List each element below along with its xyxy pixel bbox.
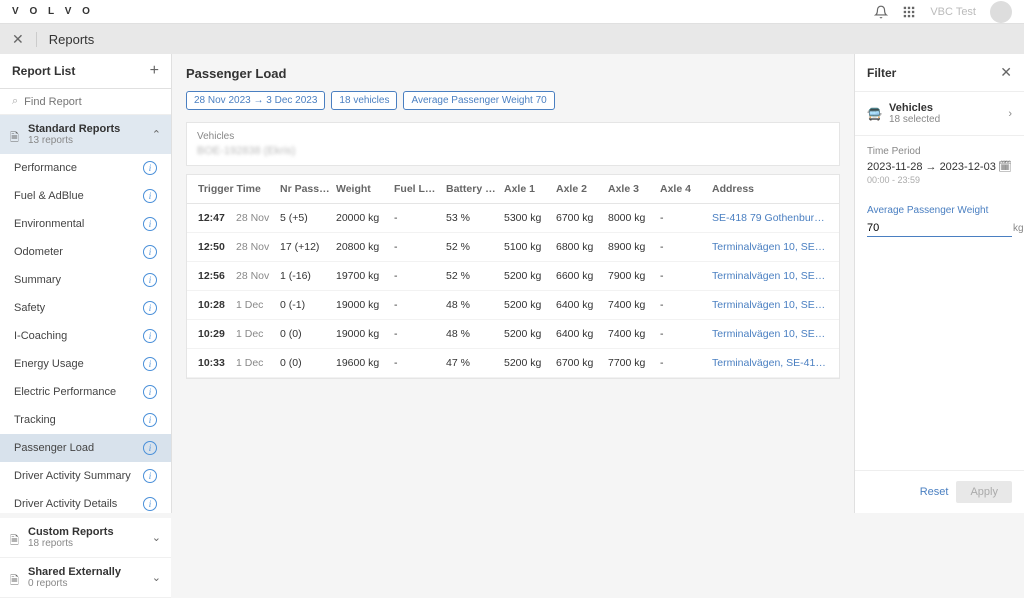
brand-logo: V O L V O bbox=[12, 6, 94, 17]
address-link[interactable]: Terminalvägen 10, SE-418 79 bbox=[709, 241, 831, 253]
info-icon[interactable]: i bbox=[143, 357, 157, 371]
filter-vehicles-row[interactable]: 🚍 Vehicles 18 selected › bbox=[855, 91, 1024, 136]
column-header[interactable]: Fuel Level bbox=[391, 183, 443, 195]
report-icon: 🗎 bbox=[10, 572, 22, 584]
filter-chip[interactable]: 28 Nov 2023 → 3 Dec 2023 bbox=[186, 91, 325, 110]
column-header[interactable]: Trigger Time bbox=[195, 183, 277, 195]
address-link[interactable]: Terminalvägen 10, SE-418 79 bbox=[709, 299, 831, 311]
bell-icon[interactable] bbox=[874, 5, 888, 19]
address-link[interactable]: Terminalvägen, SE-418 79 G bbox=[709, 357, 831, 369]
vehicles-box[interactable]: Vehicles BOE-192838 (Ekris) bbox=[186, 122, 840, 166]
column-header[interactable]: Axle 4 bbox=[657, 183, 709, 195]
column-header[interactable]: Weight bbox=[333, 183, 391, 195]
column-header[interactable]: Axle 2 bbox=[553, 183, 605, 195]
filter-avg-passenger-weight: Average Passenger Weight kg bbox=[855, 195, 1024, 247]
column-header[interactable]: Axle 3 bbox=[605, 183, 657, 195]
section-shared-externally[interactable]: 🗎 Shared Externally 0 reports ⌄ bbox=[0, 558, 171, 598]
sidebar-item[interactable]: Electric Performancei bbox=[0, 378, 171, 406]
filter-panel: Filter ✕ 🚍 Vehicles 18 selected › Time P… bbox=[854, 54, 1024, 513]
address-link[interactable]: SE-418 79 Gothenburg, Swe bbox=[709, 212, 831, 224]
info-icon[interactable]: i bbox=[143, 385, 157, 399]
report-icon: 🗎 bbox=[10, 532, 22, 544]
close-icon[interactable]: ✕ bbox=[12, 31, 24, 48]
filter-title: Filter bbox=[867, 66, 896, 80]
info-icon[interactable]: i bbox=[143, 217, 157, 231]
info-icon[interactable]: i bbox=[143, 469, 157, 483]
section-custom-reports[interactable]: 🗎 Custom Reports 18 reports ⌄ bbox=[0, 518, 171, 558]
sidebar-item[interactable]: Fuel & AdBluei bbox=[0, 182, 171, 210]
table-row[interactable]: 10:291 Dec0 (0)19000 kg-48 %5200 kg6400 … bbox=[187, 320, 839, 349]
top-bar: V O L V O VBC Test bbox=[0, 0, 1024, 24]
table-row[interactable]: 12:5028 Nov17 (+12)20800 kg-52 %5100 kg6… bbox=[187, 233, 839, 262]
truck-icon: 🚍 bbox=[867, 107, 881, 121]
table-row[interactable]: 10:331 Dec0 (0)19600 kg-47 %5200 kg6700 … bbox=[187, 349, 839, 378]
reset-button[interactable]: Reset bbox=[920, 481, 949, 503]
table-row[interactable]: 12:4728 Nov5 (+5)20000 kg-53 %5300 kg670… bbox=[187, 204, 839, 233]
info-icon[interactable]: i bbox=[143, 161, 157, 175]
address-link[interactable]: Terminalvägen 10, SE-418 79 bbox=[709, 328, 831, 340]
close-filter-icon[interactable]: ✕ bbox=[1000, 64, 1012, 81]
sidebar-item[interactable]: Trackingi bbox=[0, 406, 171, 434]
sidebar-item[interactable]: Driver Activity Summaryi bbox=[0, 462, 171, 490]
avg-passenger-weight-input[interactable] bbox=[867, 220, 1009, 236]
table-row[interactable]: 12:5628 Nov1 (-16)19700 kg-52 %5200 kg66… bbox=[187, 262, 839, 291]
subbar-title: Reports bbox=[36, 32, 95, 47]
avatar[interactable] bbox=[990, 1, 1012, 23]
apply-button[interactable]: Apply bbox=[956, 481, 1012, 503]
data-table: Trigger TimeNr PassengersWeightFuel Leve… bbox=[186, 174, 840, 379]
add-report-button[interactable]: + bbox=[150, 62, 159, 80]
sidebar-item[interactable]: Performancei bbox=[0, 154, 171, 182]
user-name: VBC Test bbox=[930, 6, 976, 18]
info-icon[interactable]: i bbox=[143, 413, 157, 427]
content-area: Passenger Load 28 Nov 2023 → 3 Dec 2023 1… bbox=[172, 54, 854, 513]
info-icon[interactable]: i bbox=[143, 273, 157, 287]
report-icon: 🗎 bbox=[10, 129, 22, 141]
info-icon[interactable]: i bbox=[143, 497, 157, 511]
column-header[interactable]: Address bbox=[709, 183, 831, 195]
sub-bar: ✕ Reports bbox=[0, 24, 1024, 54]
page-title: Passenger Load bbox=[186, 66, 840, 81]
search-input-wrap[interactable]: ⌕ bbox=[0, 89, 171, 115]
column-header[interactable]: Nr Passengers bbox=[277, 183, 333, 195]
sidebar-item[interactable]: I-Coachingi bbox=[0, 322, 171, 350]
sidebar-item[interactable]: Safetyi bbox=[0, 294, 171, 322]
sidebar-item[interactable]: Driver Activity Detailsi bbox=[0, 490, 171, 518]
search-icon: ⌕ bbox=[12, 95, 18, 108]
info-icon[interactable]: i bbox=[143, 189, 157, 203]
sidebar-item[interactable]: Passenger Loadi bbox=[0, 434, 171, 462]
sidebar: Report List + ⌕ 🗎 Standard Reports 13 re… bbox=[0, 54, 172, 513]
chevron-up-icon: ⌃ bbox=[152, 128, 161, 141]
address-link[interactable]: Terminalvägen 10, SE-418 79 bbox=[709, 270, 831, 282]
info-icon[interactable]: i bbox=[143, 329, 157, 343]
filter-time-period[interactable]: Time Period 2023-11-28 → 2023-12-03🗓 00:… bbox=[855, 136, 1024, 195]
sidebar-item[interactable]: Odometeri bbox=[0, 238, 171, 266]
calendar-icon[interactable]: 🗓 bbox=[998, 160, 1012, 173]
filter-chip[interactable]: 18 vehicles bbox=[331, 91, 397, 110]
sidebar-item[interactable]: Environmentali bbox=[0, 210, 171, 238]
chevron-down-icon: ⌄ bbox=[152, 571, 161, 584]
chevron-down-icon: ⌄ bbox=[152, 531, 161, 544]
table-row[interactable]: 10:281 Dec0 (-1)19000 kg-48 %5200 kg6400… bbox=[187, 291, 839, 320]
column-header[interactable]: Battery Level bbox=[443, 183, 501, 195]
info-icon[interactable]: i bbox=[143, 301, 157, 315]
filter-chip[interactable]: Average Passenger Weight 70 bbox=[403, 91, 554, 110]
search-input[interactable] bbox=[24, 96, 166, 108]
column-header[interactable]: Axle 1 bbox=[501, 183, 553, 195]
info-icon[interactable]: i bbox=[143, 441, 157, 455]
apps-icon[interactable] bbox=[902, 5, 916, 19]
sidebar-item[interactable]: Energy Usagei bbox=[0, 350, 171, 378]
chevron-right-icon: › bbox=[1008, 108, 1012, 120]
sidebar-title: Report List bbox=[12, 64, 75, 78]
sidebar-item[interactable]: Summaryi bbox=[0, 266, 171, 294]
section-standard-reports[interactable]: 🗎 Standard Reports 13 reports ⌃ bbox=[0, 115, 171, 154]
info-icon[interactable]: i bbox=[143, 245, 157, 259]
